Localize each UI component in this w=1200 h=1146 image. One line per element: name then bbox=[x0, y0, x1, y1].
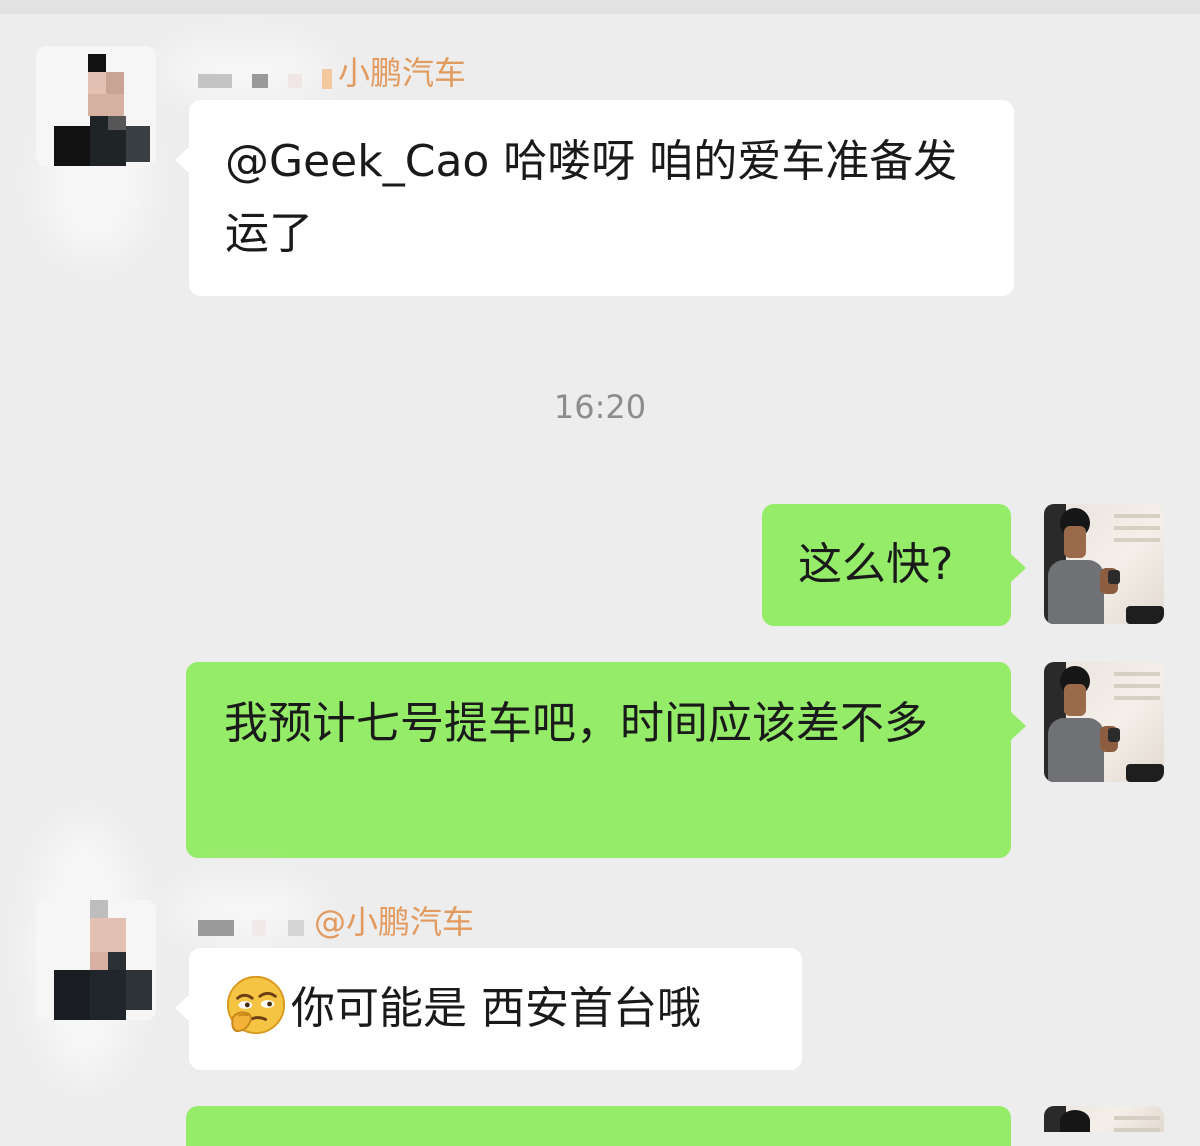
redacted-name-mosaic bbox=[196, 900, 312, 940]
sender-name: @小鹏汽车 bbox=[314, 903, 475, 941]
outgoing-message-bubble-partial[interactable] bbox=[186, 1106, 1011, 1146]
top-divider bbox=[0, 0, 1200, 14]
self-avatar[interactable] bbox=[1044, 1106, 1164, 1132]
sender-avatar[interactable] bbox=[36, 900, 156, 1020]
sender-name-row: 小鹏汽车 bbox=[196, 51, 467, 92]
redacted-name-mosaic bbox=[196, 51, 336, 91]
thinking-face-emoji bbox=[226, 975, 286, 1035]
message-text: 这么快? bbox=[798, 539, 954, 590]
message-text: 你可能是 西安首台哦 bbox=[291, 983, 701, 1034]
outgoing-message-bubble[interactable]: 我预计七号提车吧，时间应该差不多 bbox=[186, 662, 1026, 858]
self-avatar[interactable] bbox=[1044, 662, 1164, 782]
sender-name: 小鹏汽车 bbox=[338, 54, 467, 92]
message-text: @Geek_Cao 哈喽呀 咱的爱车准备发运了 bbox=[225, 136, 958, 259]
message-timestamp: 16:20 bbox=[553, 388, 647, 426]
incoming-message-bubble[interactable]: @Geek_Cao 哈喽呀 咱的爱车准备发运了 bbox=[175, 100, 1014, 296]
message-text: 我预计七号提车吧，时间应该差不多 bbox=[224, 698, 928, 749]
sender-name-row: @小鹏汽车 bbox=[196, 900, 475, 941]
outgoing-message-bubble[interactable]: 这么快? bbox=[762, 504, 1026, 626]
self-avatar[interactable] bbox=[1044, 504, 1164, 624]
sender-avatar[interactable] bbox=[36, 46, 156, 166]
incoming-message-bubble[interactable]: 你可能是 西安首台哦 bbox=[175, 948, 802, 1070]
